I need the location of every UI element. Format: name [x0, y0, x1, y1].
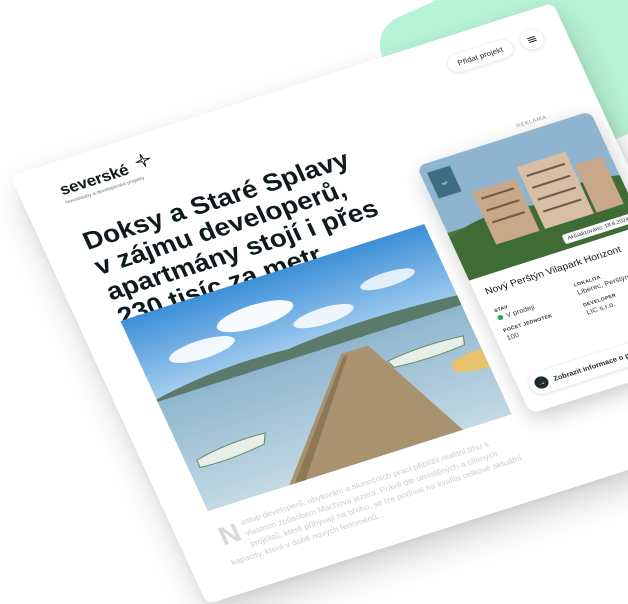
add-project-button[interactable]: Přidat projekt [443, 36, 518, 76]
tilted-screen: severské Novostavby a developerské proje… [10, 2, 628, 604]
brand-logo[interactable]: severské Novostavby a developerské proje… [57, 153, 151, 205]
hamburger-icon [527, 35, 538, 44]
menu-button[interactable] [515, 25, 548, 54]
show-project-button[interactable]: → Zobrazit informace o projektu [523, 332, 628, 398]
arrow-right-icon: → [532, 374, 551, 391]
article-page: severské Novostavby a developerské proje… [10, 2, 628, 604]
header-actions: Přidat projekt [443, 25, 548, 77]
status-dot-icon [496, 314, 505, 321]
